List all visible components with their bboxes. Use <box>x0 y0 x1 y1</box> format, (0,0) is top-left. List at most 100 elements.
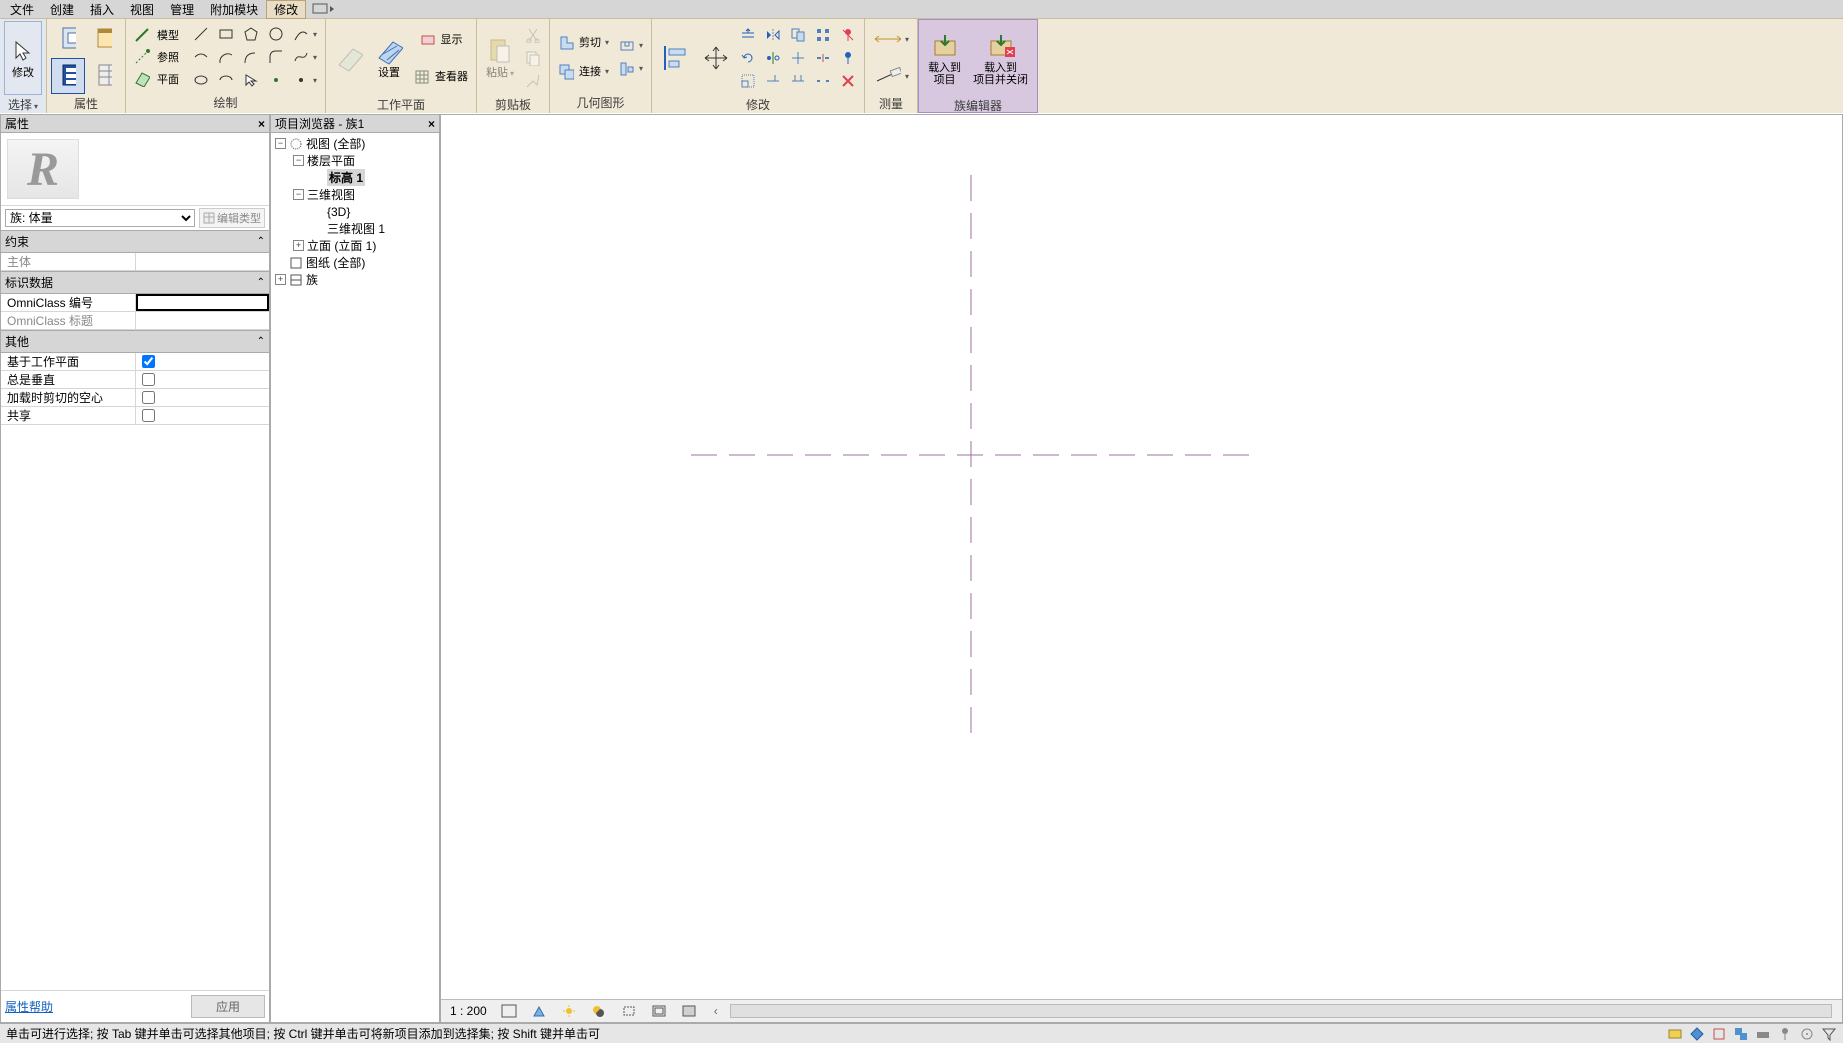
shadows-icon[interactable] <box>588 1002 610 1020</box>
menu-manage[interactable]: 管理 <box>162 0 202 19</box>
offset-button[interactable] <box>736 24 760 46</box>
draw-fillet-icon[interactable] <box>264 46 288 68</box>
menu-view[interactable]: 视图 <box>122 0 162 19</box>
draw-arc-tan-icon[interactable] <box>239 46 263 68</box>
menu-insert[interactable]: 插入 <box>82 0 122 19</box>
workplane-show-button[interactable]: 显示 <box>410 22 472 58</box>
draw-poly-icon[interactable] <box>239 23 263 45</box>
unpin-button[interactable] <box>836 24 860 46</box>
prop-shared-checkbox[interactable] <box>142 409 155 422</box>
delete-button[interactable] <box>836 70 860 92</box>
tree-expand-icon[interactable]: + <box>293 240 304 251</box>
scroll-left-icon[interactable]: ‹ <box>714 1004 718 1018</box>
draw-arc-center-icon[interactable] <box>214 46 238 68</box>
hide-isolate-icon[interactable] <box>678 1002 700 1020</box>
properties-button[interactable] <box>51 58 85 94</box>
tree-expand-icon[interactable]: + <box>275 274 286 285</box>
cope-button[interactable] <box>615 35 647 57</box>
menu-modify[interactable]: 修改 <box>266 0 306 19</box>
select-underlay-icon[interactable] <box>1755 1026 1771 1042</box>
draw-partial-ellipse-icon[interactable] <box>214 69 238 91</box>
tree-views-root[interactable]: −视图 (全部) <box>273 135 437 152</box>
drawing-area[interactable]: 1 : 200 ‹ <box>440 114 1843 1023</box>
align-button[interactable] <box>656 21 694 95</box>
filter-icon[interactable] <box>1821 1026 1837 1042</box>
tree-sheets[interactable]: −图纸 (全部) <box>273 254 437 271</box>
family-category-button[interactable] <box>87 21 121 57</box>
trim-multi-button[interactable] <box>786 70 810 92</box>
browser-close-icon[interactable]: × <box>428 117 435 131</box>
properties-apply-button[interactable]: 应用 <box>191 995 265 1018</box>
draw-pick-icon[interactable] <box>239 69 263 91</box>
tree-floor-plans[interactable]: −楼层平面 <box>273 152 437 169</box>
tree-3d[interactable]: {3D} <box>273 203 437 220</box>
paste-button[interactable]: 粘贴 <box>481 21 519 95</box>
properties-help-link[interactable]: 属性帮助 <box>5 998 53 1015</box>
mirror-draw-button[interactable] <box>761 47 785 69</box>
crop-view-icon[interactable] <box>618 1002 640 1020</box>
prop-group-constraints-header[interactable]: 约束⌃ <box>1 230 269 253</box>
rotate-button[interactable] <box>736 47 760 69</box>
editable-only-icon[interactable] <box>1711 1026 1727 1042</box>
tree-families[interactable]: +族 <box>273 271 437 288</box>
workplane-set-button[interactable]: 设置 <box>370 21 408 95</box>
prop-group-identity-header[interactable]: 标识数据⌃ <box>1 271 269 294</box>
draw-spline-icon[interactable] <box>289 46 321 68</box>
load-into-project-button[interactable]: 载入到 项目 <box>923 22 966 96</box>
menu-file[interactable]: 文件 <box>2 0 42 19</box>
draw-ref-plane-button[interactable] <box>130 68 154 90</box>
worksets-icon[interactable] <box>1667 1026 1683 1042</box>
trim-single-button[interactable] <box>761 70 785 92</box>
horizontal-scrollbar[interactable] <box>730 1004 1832 1018</box>
workplane-viewer-button[interactable]: 查看器 <box>410 59 472 95</box>
sun-path-icon[interactable] <box>558 1002 580 1020</box>
drag-elements-icon[interactable] <box>1799 1026 1815 1042</box>
properties-close-icon[interactable]: × <box>258 117 265 131</box>
prop-wpbased-checkbox[interactable] <box>142 355 155 368</box>
tree-collapse-icon[interactable]: − <box>293 155 304 166</box>
load-into-project-close-button[interactable]: 载入到 项目并关闭 <box>968 22 1033 96</box>
cut-button[interactable] <box>521 24 545 46</box>
prop-omninum-value[interactable] <box>136 294 269 311</box>
tree-collapse-icon[interactable]: − <box>293 189 304 200</box>
prop-group-other-header[interactable]: 其他⌃ <box>1 330 269 353</box>
tree-collapse-icon[interactable]: − <box>275 138 286 149</box>
design-options-icon[interactable] <box>1689 1026 1705 1042</box>
tree-level1[interactable]: 标高 1 <box>273 169 437 186</box>
split-button[interactable] <box>811 47 835 69</box>
tree-3d-views[interactable]: −三维视图 <box>273 186 437 203</box>
type-selector-dropdown[interactable]: 族: 体量 <box>5 209 195 227</box>
edit-type-button[interactable]: 编辑类型 <box>199 208 265 228</box>
measure-button[interactable] <box>869 58 913 94</box>
draw-arc-start-icon[interactable] <box>189 46 213 68</box>
trim-button[interactable] <box>786 47 810 69</box>
scale-display[interactable]: 1 : 200 <box>447 1002 490 1020</box>
prop-host-value[interactable] <box>136 253 269 270</box>
cut-geom-button[interactable]: 剪切 <box>554 29 613 57</box>
prop-cutvoids-checkbox[interactable] <box>142 391 155 404</box>
crop-region-icon[interactable] <box>648 1002 670 1020</box>
type-properties-button[interactable] <box>87 58 121 94</box>
menu-create[interactable]: 创建 <box>42 0 82 19</box>
copy-tool-button[interactable] <box>786 24 810 46</box>
split-gap-button[interactable] <box>811 70 835 92</box>
prop-omnititle-value[interactable] <box>136 312 269 329</box>
draw-line-icon[interactable] <box>189 23 213 45</box>
visual-style-icon[interactable] <box>528 1002 550 1020</box>
tree-elevations[interactable]: +立面 (立面 1) <box>273 237 437 254</box>
select-pinned-icon[interactable] <box>1777 1026 1793 1042</box>
draw-more-icon[interactable] <box>289 69 321 91</box>
draw-point-icon[interactable] <box>264 69 288 91</box>
aligned-dim-button[interactable] <box>869 21 913 57</box>
copy-button[interactable] <box>521 47 545 69</box>
menu-addins[interactable]: 附加模块 <box>202 0 266 19</box>
mirror-axis-button[interactable] <box>761 24 785 46</box>
draw-ellipse-icon[interactable] <box>189 69 213 91</box>
array-button[interactable] <box>811 24 835 46</box>
matchtype-button[interactable] <box>521 70 545 92</box>
join-geom-button[interactable]: 连接 <box>554 58 613 86</box>
detail-level-icon[interactable] <box>498 1002 520 1020</box>
menu-extras[interactable] <box>312 3 334 15</box>
wall-join-button[interactable] <box>615 58 647 80</box>
draw-model-line-button[interactable] <box>130 24 154 46</box>
